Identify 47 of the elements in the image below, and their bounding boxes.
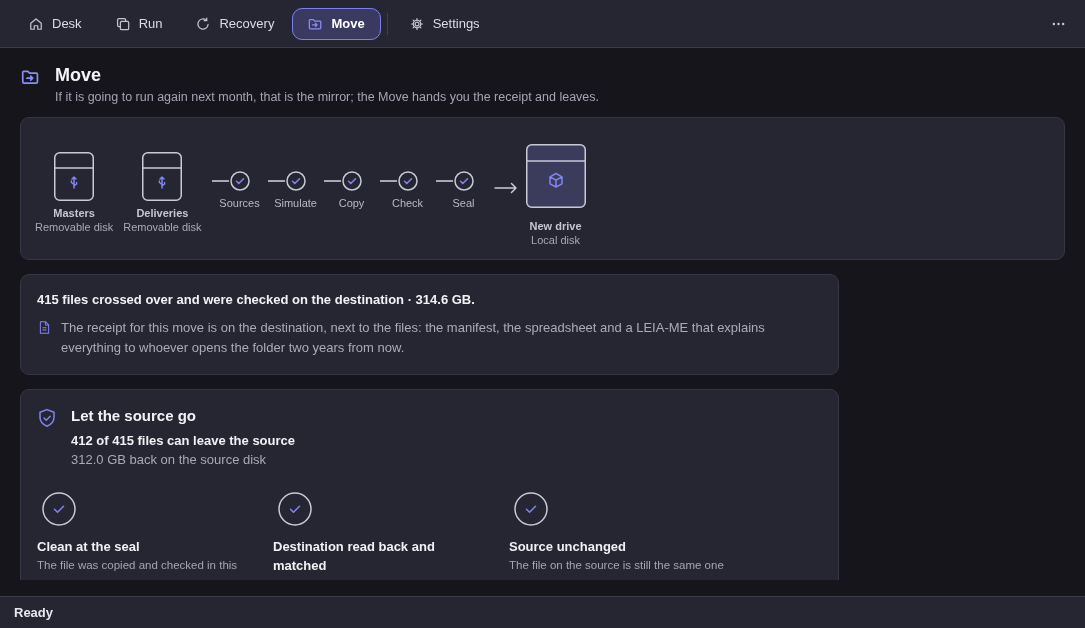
usb-drive-icon [54,152,95,201]
shield-check-icon [37,408,57,428]
criterion-title: Source unchanged [509,538,627,556]
release-count: 412 of 415 files can leave the source [71,432,295,450]
step-label: Sources [219,196,260,210]
criterion-title: Destination read back and matched [273,538,436,575]
nav-tab[interactable]: Run [99,7,179,40]
nav-tab[interactable]: Desk [13,7,98,40]
arrow-icon [493,182,518,194]
step-connector [323,180,341,182]
disk-name: Deliveries [136,206,189,220]
page-subtitle: If it is going to run again next month, that is the mirror; the Move hands you the receipt and leaves. [55,89,600,106]
disk-type: Local disk [531,233,580,248]
step-label: Seal [452,196,475,210]
folder-arrow-icon [21,68,39,86]
nav-tab[interactable]: Move [292,7,381,40]
disk-type: Removable disk [123,220,202,235]
disk-type: Removable disk [35,220,114,235]
step-connector [211,180,229,182]
usb-drive-icon [142,152,183,201]
criterion-title: Clean at the seal [37,538,140,556]
copy-icon [115,16,130,31]
nav-tab[interactable]: Settings [393,7,496,40]
folder-arrow-icon [308,16,323,31]
settings-icon [409,16,424,31]
step-connector [379,180,397,182]
disk-name: Masters [53,206,95,220]
receipt-note: The receipt for this move is on the destination, next to the files: the manifest, the spreadsheet and a LEIA-ME that explains everything to whoever opens the folder two years from now. [61,319,766,357]
step-connector [267,180,285,182]
step-label: Copy [338,196,365,210]
nav-tab[interactable]: Recovery [180,7,291,40]
disk-name: New drive [529,219,582,233]
section-title: Let the source go [71,406,198,426]
more-icon [1052,21,1065,26]
step-label: Simulate [274,196,317,210]
criterion-description: The file on the source is still the same one [509,558,724,573]
summary-headline: 415 files crossed over and were checked on the destination · 314.6 GB. [37,291,476,309]
refresh-icon [196,16,211,31]
release-space: 312.0 GB back on the source disk [71,451,268,469]
step-label: Check [391,196,424,210]
home-icon [29,16,43,31]
step-connector [435,180,453,182]
page-title: Move [55,64,102,86]
status-text: Ready [14,605,54,620]
criterion-description: The file was copied and checked in this [37,558,238,573]
cube-drive-icon [525,144,586,208]
document-icon [39,321,50,334]
